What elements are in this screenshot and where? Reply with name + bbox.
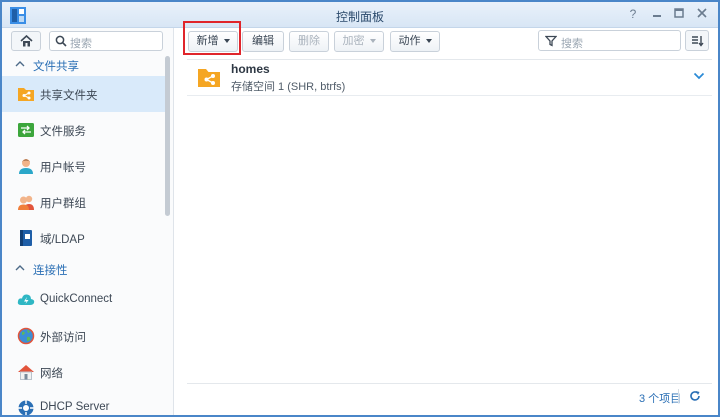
section-label: 连接性 xyxy=(33,265,68,277)
close-icon[interactable] xyxy=(695,7,709,21)
toolbar: 新增 编辑 删除 加密 动作 搜索 xyxy=(175,21,718,56)
control-panel-window: 控制面板 ? 搜索 文件共享 共享文件夹 文件服务 用户帐号 用户群组 域/LD… xyxy=(0,0,720,417)
sidebar-item-domain-ldap[interactable]: 域/LDAP xyxy=(2,220,165,256)
sort-button[interactable] xyxy=(685,30,709,51)
chevron-up-icon xyxy=(15,265,25,271)
chevron-down-icon xyxy=(369,39,376,44)
divider xyxy=(678,389,679,403)
home-button[interactable] xyxy=(11,31,41,51)
minimize-icon[interactable] xyxy=(650,7,664,21)
sidebar: 搜索 文件共享 共享文件夹 文件服务 用户帐号 用户群组 域/LDAP 连接性 … xyxy=(2,28,174,415)
home-icon xyxy=(20,35,33,47)
sidebar-item-label: 外部访问 xyxy=(40,332,86,344)
chevron-up-icon xyxy=(15,61,25,67)
sidebar-item-label: 网络 xyxy=(40,368,63,380)
shared-folder-icon xyxy=(198,69,220,87)
sidebar-item-user[interactable]: 用户帐号 xyxy=(2,148,165,184)
external-access-icon xyxy=(17,327,35,345)
domain-ldap-icon xyxy=(20,230,32,246)
encrypt-button[interactable]: 加密 xyxy=(334,31,384,52)
title-bar[interactable]: 控制面板 ? xyxy=(2,2,718,28)
filter-icon xyxy=(545,35,557,47)
search-icon xyxy=(55,35,67,47)
delete-button[interactable]: 删除 xyxy=(289,31,329,52)
refresh-icon[interactable] xyxy=(689,390,701,402)
item-count: 3 个项目 xyxy=(639,393,682,405)
sidebar-item-label: 文件服务 xyxy=(40,126,86,138)
chevron-down-icon xyxy=(425,39,432,44)
section-label: 文件共享 xyxy=(33,61,79,73)
window-title: 控制面板 xyxy=(335,10,384,24)
sort-icon xyxy=(692,36,704,47)
sidebar-item-dhcp-server[interactable]: DHCP Server xyxy=(2,390,165,415)
edit-button-label: 编辑 xyxy=(252,35,274,47)
dhcp-icon xyxy=(18,400,34,415)
sidebar-scrollbar[interactable] xyxy=(165,56,170,216)
sidebar-search-placeholder: 搜索 xyxy=(70,38,92,50)
action-button-label: 动作 xyxy=(398,35,421,47)
filter-search-input[interactable]: 搜索 xyxy=(538,30,681,51)
folder-name: homes xyxy=(231,62,270,76)
action-button[interactable]: 动作 xyxy=(390,31,440,52)
main-panel: 新增 编辑 删除 加密 动作 搜索 homes 存储空间 1 (SHR, btr… xyxy=(175,21,718,415)
sidebar-item-shared-folder[interactable]: 共享文件夹 xyxy=(2,76,165,112)
status-bar: 3 个项目 xyxy=(187,386,712,408)
maximize-icon[interactable] xyxy=(672,7,686,21)
sidebar-item-group[interactable]: 用户群组 xyxy=(2,184,165,220)
sidebar-item-label: DHCP Server xyxy=(40,401,110,413)
list-item[interactable]: homes 存储空间 1 (SHR, btrfs) xyxy=(187,60,712,96)
delete-button-label: 删除 xyxy=(298,35,320,47)
sidebar-item-quickconnect[interactable]: QuickConnect xyxy=(2,282,165,318)
help-icon[interactable]: ? xyxy=(626,7,640,21)
edit-button[interactable]: 编辑 xyxy=(242,31,284,52)
group-icon xyxy=(18,195,34,210)
encrypt-button-label: 加密 xyxy=(342,35,365,47)
sidebar-item-file-services[interactable]: 文件服务 xyxy=(2,112,165,148)
sidebar-item-label: 用户帐号 xyxy=(40,162,86,174)
file-services-icon xyxy=(18,123,34,137)
sidebar-item-label: QuickConnect xyxy=(40,293,113,305)
folder-location: 存储空间 1 (SHR, btrfs) xyxy=(231,81,346,93)
sidebar-item-label: 用户群组 xyxy=(40,198,86,210)
sidebar-search-input[interactable]: 搜索 xyxy=(49,31,163,51)
section-connectivity[interactable]: 连接性 xyxy=(2,258,165,280)
shared-folder-icon xyxy=(18,88,34,101)
highlight-box xyxy=(183,21,241,55)
quickconnect-icon xyxy=(17,294,35,305)
chevron-down-icon[interactable] xyxy=(693,71,705,81)
network-icon xyxy=(18,365,34,380)
shared-folder-list: homes 存储空间 1 (SHR, btrfs) xyxy=(187,59,712,384)
sidebar-item-external-access[interactable]: 外部访问 xyxy=(2,318,165,354)
filter-placeholder: 搜索 xyxy=(561,38,583,50)
sidebar-item-label: 共享文件夹 xyxy=(40,90,98,102)
sidebar-item-network[interactable]: 网络 xyxy=(2,354,165,390)
user-icon xyxy=(19,159,33,174)
sidebar-item-label: 域/LDAP xyxy=(40,234,85,246)
section-file-sharing[interactable]: 文件共享 xyxy=(2,54,165,76)
